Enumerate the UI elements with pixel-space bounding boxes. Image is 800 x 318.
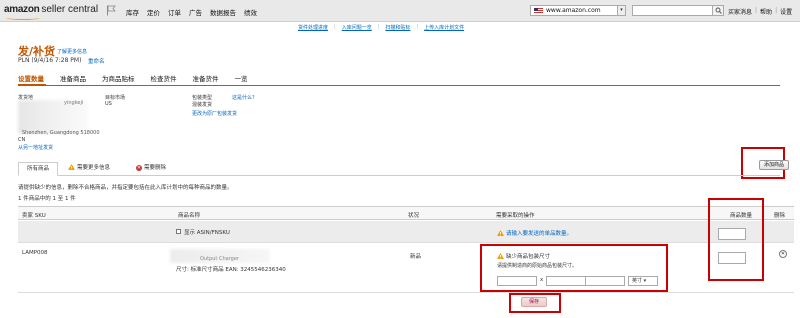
filter-tabs: 所有商品 需要更多信息 ✕ 需要删除 bbox=[18, 162, 780, 176]
packing-type-help-link[interactable]: 这是什么？ bbox=[232, 94, 257, 101]
chevron-down-icon: ▾ bbox=[643, 278, 647, 284]
table-bottom-divider bbox=[18, 292, 794, 293]
active-step-indicator bbox=[18, 84, 46, 86]
change-packing-link[interactable]: 更改为原厂包装发货 bbox=[192, 110, 237, 117]
us-flag-icon bbox=[534, 8, 543, 14]
product-quantity-input[interactable] bbox=[718, 252, 746, 264]
ship-to-label: 目标市场 bbox=[105, 95, 126, 101]
sublink-shipment-queue[interactable]: 货件处理进度 bbox=[298, 24, 328, 31]
step-review-shipments[interactable]: 检查货件 bbox=[151, 73, 177, 83]
packing-type-label: 包装类型 bbox=[192, 95, 213, 101]
ship-to-value: US bbox=[105, 101, 112, 107]
main-nav: 库存 定价 订单 广告 数据报告 绩效 bbox=[126, 7, 257, 17]
nav-advertising[interactable]: 广告 bbox=[189, 7, 202, 17]
search-button[interactable] bbox=[712, 5, 724, 16]
sublink-upload-plan[interactable]: 上传入库计划文件 bbox=[424, 24, 464, 31]
search-icon bbox=[715, 7, 722, 14]
tab-more-info[interactable]: 需要更多信息 bbox=[68, 162, 110, 176]
close-icon: ✕ bbox=[780, 251, 786, 257]
quantity-warning: 请输入要发送的单品数量。 bbox=[497, 229, 572, 237]
tab-remove[interactable]: ✕ 需要删除 bbox=[136, 162, 166, 176]
step-label-products[interactable]: 为商品贴标 bbox=[102, 73, 135, 83]
flag-icon[interactable] bbox=[106, 5, 116, 16]
show-asin-label[interactable]: 显示 ASIN/FNSKU bbox=[184, 228, 230, 236]
missing-dimensions-desc: 请提供制造商的原始商品包装尺寸。 bbox=[497, 263, 578, 269]
height-input[interactable] bbox=[585, 276, 625, 286]
warning-icon bbox=[497, 230, 504, 236]
header-action-required: 需要采取的操作 bbox=[496, 213, 535, 219]
nav-pricing[interactable]: 定价 bbox=[147, 7, 160, 17]
step-prepare-products[interactable]: 准备商品 bbox=[60, 73, 86, 83]
step-summary[interactable]: 一览 bbox=[235, 73, 248, 83]
amazon-seller-central-logo[interactable]: amazon seller central bbox=[4, 4, 104, 20]
shipment-sublinks: 货件处理进度 | 入库问题一览 | 扫描和贴标 | 上传入库计划文件 bbox=[298, 24, 465, 31]
length-input[interactable] bbox=[497, 276, 537, 286]
step-set-quantity[interactable]: 设置数量 bbox=[18, 73, 44, 83]
unit-select[interactable]: 英寸 ▾ bbox=[628, 276, 658, 286]
remove-icon: ✕ bbox=[136, 165, 142, 171]
top-right-links: 买家消息 | 帮助 | 设置 bbox=[728, 7, 793, 16]
rename-link[interactable]: 重命名 bbox=[88, 57, 105, 65]
ship-from-country: CN bbox=[18, 137, 26, 143]
settings-link[interactable]: 设置 bbox=[780, 7, 792, 16]
warning-icon bbox=[68, 164, 75, 170]
marketplace-select[interactable]: www.amazon.com ▾ bbox=[530, 5, 626, 16]
quantity-highlight bbox=[708, 198, 764, 281]
product-sku: LAMP008 bbox=[22, 250, 48, 256]
buyer-messages-link[interactable]: 买家消息 bbox=[728, 7, 752, 16]
learn-more-link[interactable]: 了解更多信息 bbox=[57, 48, 87, 55]
ship-from-other-link[interactable]: 从另一地址发货 bbox=[18, 144, 53, 151]
workflow-steps: 设置数量 准备商品 为商品贴标 检查货件 准备货件 一览 bbox=[18, 73, 264, 83]
product-size-ean: 尺寸: 标准尺寸商品 EAN: 3245546236340 bbox=[176, 267, 286, 273]
header-condition: 状况 bbox=[408, 213, 420, 219]
plan-name: PLN (9/4/16 7:28 PM) bbox=[18, 57, 82, 64]
save-button[interactable]: 保存 bbox=[521, 297, 547, 307]
nav-inventory[interactable]: 库存 bbox=[126, 7, 139, 17]
step-prepare-shipment[interactable]: 准备货件 bbox=[193, 73, 219, 83]
width-input[interactable] bbox=[546, 276, 586, 286]
nav-orders[interactable]: 订单 bbox=[168, 7, 181, 17]
tab-all-products[interactable]: 所有商品 bbox=[18, 162, 58, 176]
sublink-scan-label[interactable]: 扫描和贴标 bbox=[385, 24, 410, 31]
table-control-row bbox=[18, 221, 794, 243]
chevron-down-icon: ▾ bbox=[617, 6, 625, 15]
packing-type-value: 混装发货 bbox=[192, 102, 213, 108]
product-name-fragment: Output Charger bbox=[200, 256, 239, 262]
dimension-separator: x bbox=[540, 277, 544, 283]
ship-from-city: Shenzhen, Guangdong 518000 bbox=[22, 130, 100, 136]
missing-dimensions-title: 缺少商品包装尺寸 bbox=[497, 252, 550, 260]
table-header: 卖家 SKU 商品名称 状况 需要采取的操作 商品数量 删除 bbox=[18, 206, 794, 220]
product-condition: 新品 bbox=[410, 254, 422, 260]
show-asin-checkbox[interactable] bbox=[176, 229, 181, 234]
search-input[interactable] bbox=[632, 5, 716, 16]
header-sku[interactable]: 卖家 SKU bbox=[22, 211, 46, 219]
header-product-name[interactable]: 商品名称 bbox=[178, 211, 200, 219]
sublink-inbound-problems[interactable]: 入库问题一览 bbox=[342, 24, 372, 31]
amazon-smile-icon bbox=[6, 16, 40, 20]
item-count: 1 件商品中的 1 至 1 件 bbox=[18, 196, 76, 202]
nav-performance[interactable]: 绩效 bbox=[244, 7, 257, 17]
steps-divider bbox=[18, 85, 780, 86]
ship-from-fragment: yingkeji bbox=[64, 100, 84, 106]
delete-row-button[interactable]: ✕ bbox=[779, 250, 787, 258]
help-link[interactable]: 帮助 bbox=[760, 7, 772, 16]
nav-reports[interactable]: 数据报告 bbox=[210, 7, 236, 17]
warning-icon bbox=[497, 253, 504, 259]
top-bar: amazon seller central 库存 定价 订单 广告 数据报告 绩… bbox=[0, 0, 800, 22]
header-delete: 删除 bbox=[774, 213, 786, 219]
instructions-text: 请提供缺少的信息，删除不合格商品，并指定要包括在此入库计划中的每种商品的数量。 bbox=[18, 185, 233, 191]
